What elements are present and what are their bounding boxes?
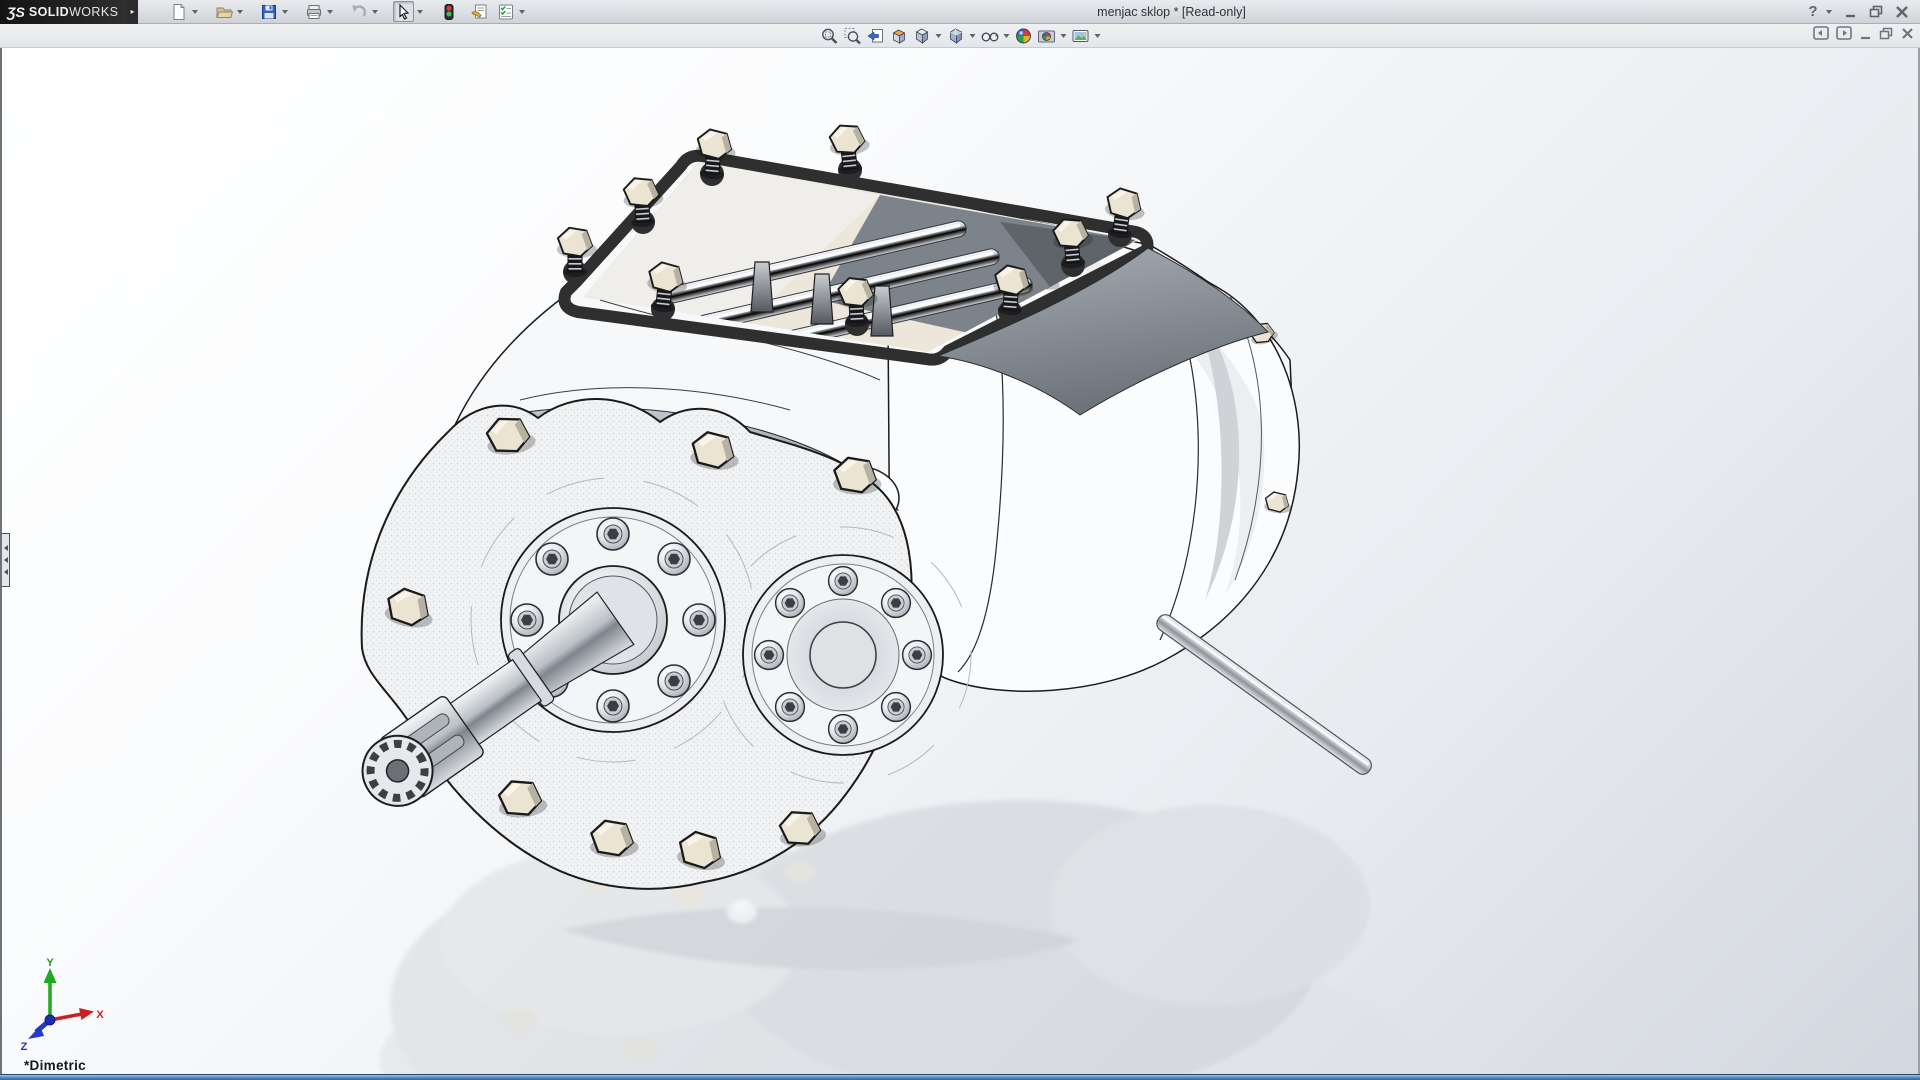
select-button[interactable] <box>393 1 414 22</box>
file-properties-button[interactable] <box>468 1 489 22</box>
help-dropdown[interactable] <box>1823 1 1834 22</box>
zoom-to-area-icon <box>844 27 861 44</box>
hide-show-items-button[interactable] <box>978 25 1001 46</box>
minimize-icon <box>1845 14 1855 17</box>
options-checklist-icon <box>498 4 513 19</box>
view-settings-button[interactable] <box>1069 25 1092 46</box>
open-button[interactable] <box>213 1 234 22</box>
new-document-icon <box>173 3 184 20</box>
open-dropdown[interactable] <box>234 1 245 22</box>
section-view-button[interactable] <box>887 25 910 46</box>
collapse-right-icon <box>1836 26 1852 40</box>
zoom-to-fit-icon <box>821 28 837 44</box>
display-style-dropdown[interactable] <box>967 25 978 46</box>
z-axis-label: Z <box>21 1041 28 1052</box>
new-document-button[interactable] <box>168 1 189 22</box>
view-orientation-label: *Dimetric <box>24 1058 86 1073</box>
doc-restore-button[interactable] <box>1879 27 1894 45</box>
appearance-ball-icon <box>1015 28 1031 43</box>
rebuild-button[interactable] <box>438 1 459 22</box>
y-axis-arrow <box>43 968 57 983</box>
undo-dropdown[interactable] <box>369 1 380 22</box>
zoom-to-area-button[interactable] <box>841 25 864 46</box>
close-button[interactable] <box>1892 3 1912 21</box>
titlebar: ƷS SOLID WORKS ▸ menjac sklop * [Read-on… <box>0 0 1920 24</box>
close-icon <box>1896 5 1908 18</box>
doc-restore-icon <box>1879 27 1893 39</box>
select-dropdown[interactable] <box>414 1 425 22</box>
x-axis-label: X <box>96 1009 104 1021</box>
subbar <box>0 24 1920 48</box>
undo-icon <box>351 4 366 17</box>
eyeglasses-icon <box>981 32 998 41</box>
hide-show-items-dropdown[interactable] <box>1001 25 1012 46</box>
window-controls: ? <box>1803 1 1912 22</box>
y-axis-label: Y <box>46 957 54 969</box>
save-dropdown[interactable] <box>279 1 290 22</box>
previous-view-button[interactable] <box>864 25 887 46</box>
traffic-light-icon <box>444 3 453 20</box>
display-style-icon <box>949 28 962 44</box>
collapse-pane-left-button[interactable] <box>1813 26 1829 45</box>
restore-button[interactable] <box>1866 3 1886 21</box>
collapse-arrow-icon <box>3 557 8 563</box>
triad-origin <box>44 1014 56 1026</box>
previous-view-icon <box>866 28 883 42</box>
view-settings-icon <box>1072 29 1088 42</box>
display-style-button[interactable] <box>944 25 967 46</box>
heads-up-view-toolbar <box>818 25 1103 46</box>
apply-scene-icon <box>1037 30 1055 42</box>
view-orientation-button[interactable] <box>910 25 933 46</box>
main-toolbar <box>168 1 540 22</box>
undo-button[interactable] <box>348 1 369 22</box>
options-dropdown[interactable] <box>516 1 527 22</box>
view-orientation-dropdown[interactable] <box>933 25 944 46</box>
collapse-pane-right-button[interactable] <box>1836 26 1852 45</box>
apply-scene-dropdown[interactable] <box>1058 25 1069 46</box>
doc-minimize-button[interactable] <box>1859 27 1872 45</box>
solidworks-logo-mark: ƷS <box>7 3 25 20</box>
file-properties-icon <box>470 4 486 18</box>
graphics-viewport[interactable]: Y X Z *Dimetric <box>0 48 1920 1074</box>
brand-text-bold: SOLID <box>28 4 70 19</box>
orientation-triad: Y X Z <box>21 957 105 1052</box>
document-window-controls <box>1813 26 1914 45</box>
doc-minimize-icon <box>1861 36 1870 39</box>
view-settings-dropdown[interactable] <box>1092 25 1103 46</box>
minimize-button[interactable] <box>1840 3 1860 21</box>
options-button[interactable] <box>495 1 516 22</box>
print-button[interactable] <box>303 1 324 22</box>
rear-shaft-rod[interactable] <box>1154 612 1375 778</box>
zoom-to-fit-button[interactable] <box>818 25 841 46</box>
select-cursor-icon <box>398 3 409 20</box>
brand-text-light: WORKS <box>69 4 119 19</box>
window-bottom-border <box>0 1074 1920 1080</box>
doc-close-icon <box>1902 27 1913 39</box>
print-icon <box>306 4 321 19</box>
new-document-dropdown[interactable] <box>189 1 200 22</box>
document-title: menjac sklop * [Read-only] <box>1097 4 1246 19</box>
open-icon <box>215 7 233 18</box>
save-button[interactable] <box>258 1 279 22</box>
save-icon <box>261 4 276 19</box>
gearbox-3d-model[interactable] <box>2 48 1918 1074</box>
logo-flyout-arrow[interactable]: ▸ <box>127 0 138 24</box>
collapse-arrow-icon <box>3 569 8 575</box>
x-axis-arrow <box>79 1008 94 1020</box>
view-orientation-icon <box>915 28 928 44</box>
print-dropdown[interactable] <box>324 1 335 22</box>
apply-scene-button[interactable] <box>1035 25 1058 46</box>
collapse-arrow-icon <box>3 545 8 551</box>
collapse-left-icon <box>1813 26 1829 40</box>
help-button[interactable]: ? <box>1803 3 1823 21</box>
section-view-icon <box>892 29 905 44</box>
solidworks-logo: ƷS SOLID WORKS <box>0 0 127 24</box>
restore-icon <box>1869 5 1882 18</box>
feature-tree-collapse-tab[interactable] <box>2 533 10 587</box>
edit-appearance-button[interactable] <box>1012 25 1035 46</box>
doc-close-button[interactable] <box>1901 27 1914 45</box>
right-bearing-retainer[interactable] <box>742 554 944 756</box>
